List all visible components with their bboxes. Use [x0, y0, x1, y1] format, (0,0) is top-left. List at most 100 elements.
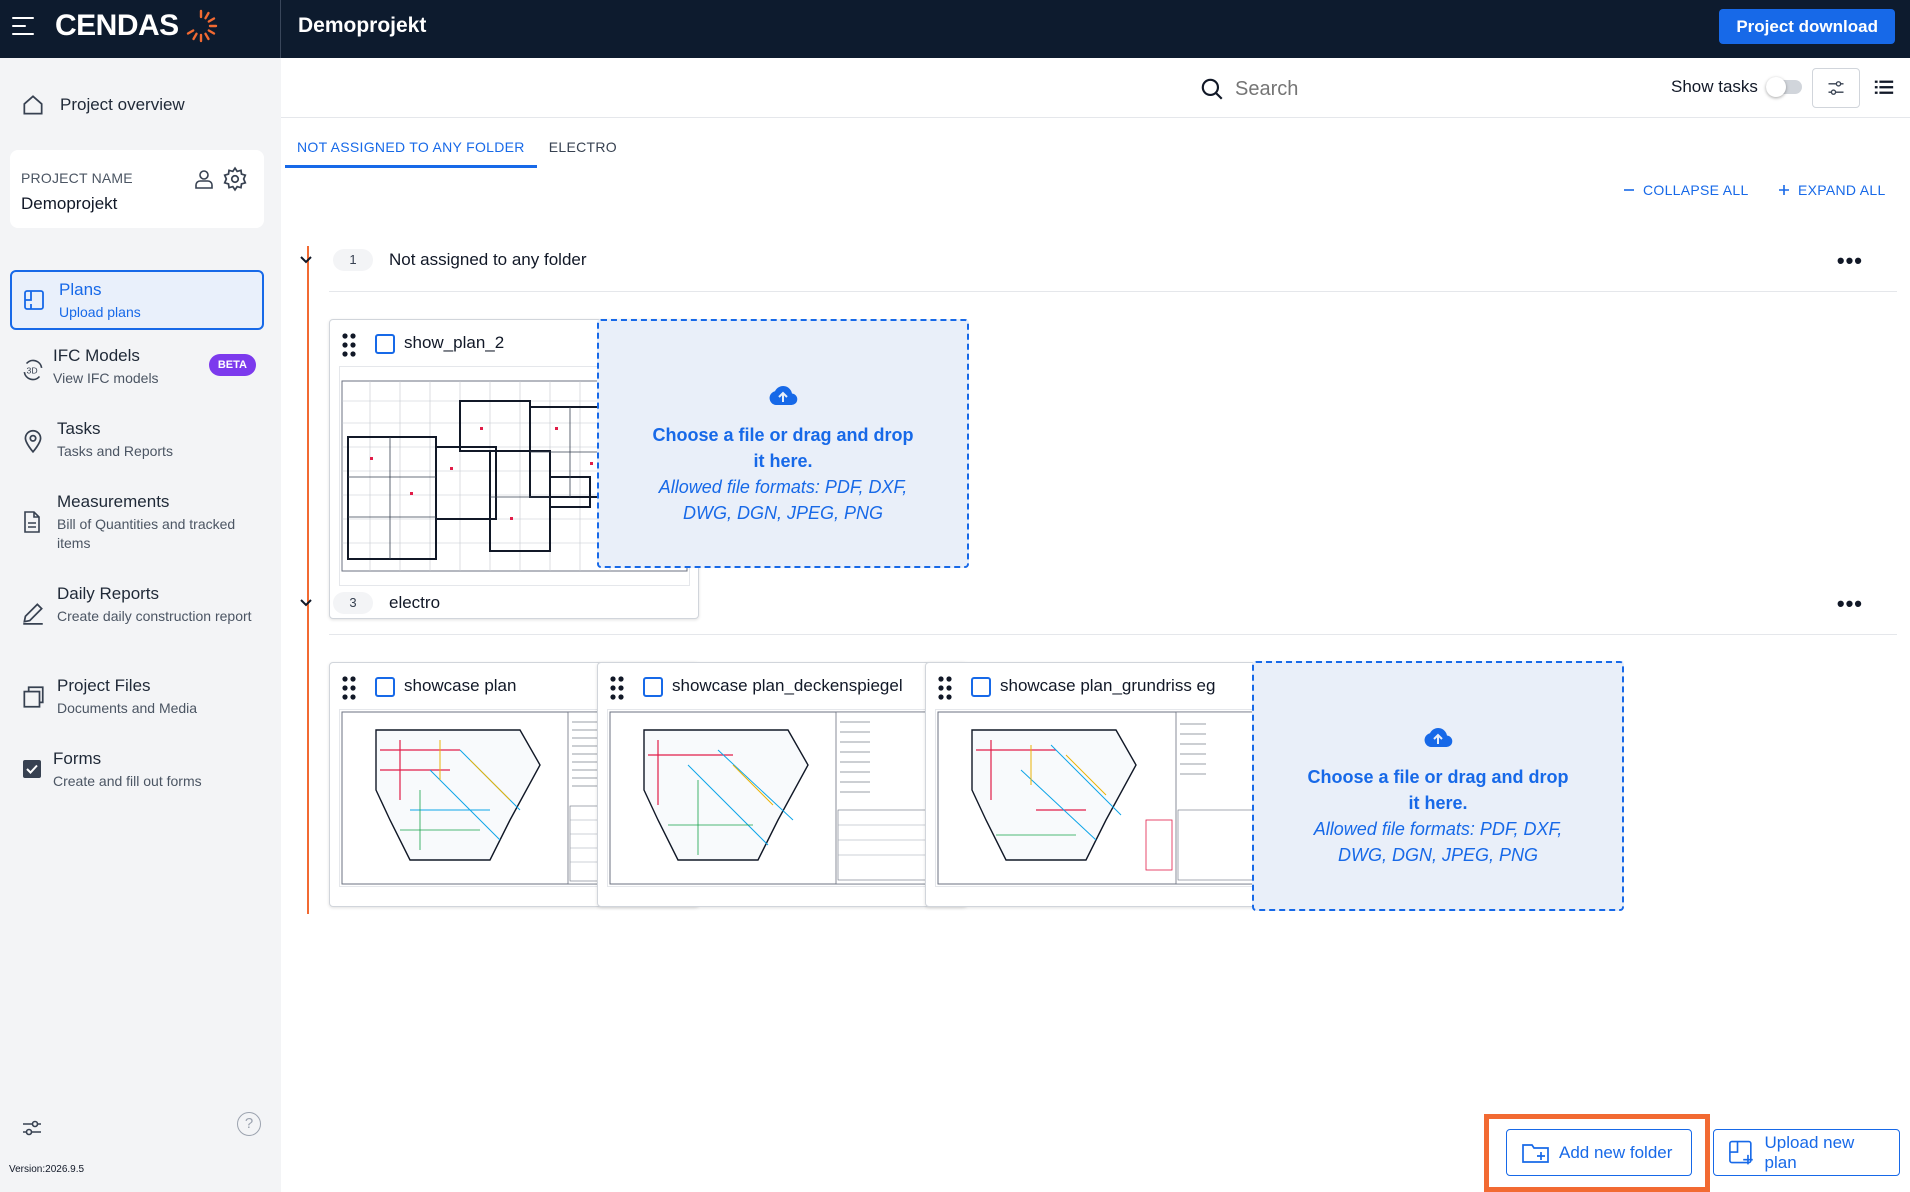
version-label: Version:2026.9.5 — [9, 1164, 85, 1175]
collapse-all-label: COLLAPSE ALL — [1643, 182, 1749, 198]
plan-checkbox[interactable] — [971, 677, 991, 697]
pen-icon — [23, 603, 43, 625]
project-name-label: PROJECT NAME — [21, 170, 133, 186]
toolbar: Show tasks — [281, 58, 1910, 118]
more-options-icon[interactable]: ••• — [1837, 248, 1863, 274]
plan-card[interactable]: showcase plan_grundriss eg — [925, 662, 1295, 907]
nav-project-files-title: Project Files — [57, 676, 151, 695]
top-divider — [280, 0, 281, 58]
drag-handle-icon[interactable] — [341, 332, 357, 358]
plan-checkbox[interactable] — [375, 677, 395, 697]
logo[interactable]: CENDAS — [55, 8, 219, 44]
nav-project-files[interactable]: Project Files Documents and Media — [10, 672, 264, 732]
plus-icon — [1779, 185, 1789, 195]
nav-daily-reports[interactable]: Daily Reports Create daily construction … — [10, 580, 264, 650]
nav-tasks-title: Tasks — [57, 419, 101, 438]
top-bar: CENDAS Demoprojekt Project download — [0, 0, 1910, 58]
group-header-electro[interactable]: 3 electro ••• — [293, 589, 1893, 629]
chevron-down-icon[interactable] — [298, 595, 314, 611]
plan-card[interactable]: showcase plan_deckenspiegel — [597, 662, 967, 907]
search-icon — [1201, 78, 1223, 100]
plan-thumbnail[interactable] — [607, 709, 958, 887]
plan-name: showcase plan — [404, 676, 517, 695]
expand-all-button[interactable]: EXPAND ALL — [1778, 182, 1886, 198]
group-count-badge: 3 — [333, 592, 373, 614]
show-tasks-toggle[interactable] — [1766, 77, 1802, 97]
cloud-upload-icon — [1424, 728, 1453, 748]
document-icon — [24, 511, 40, 533]
add-new-folder-button[interactable]: Add new folder — [1506, 1129, 1692, 1176]
files-icon — [23, 686, 44, 708]
svg-text:3D: 3D — [27, 365, 38, 375]
search — [1199, 76, 1435, 102]
show-tasks-label: Show tasks — [1671, 77, 1758, 96]
nav-measurements[interactable]: Measurements Bill of Quantities and trac… — [10, 488, 264, 558]
group-title: Not assigned to any folder — [389, 250, 587, 269]
search-input[interactable] — [1235, 77, 1435, 101]
nav-tasks[interactable]: Tasks Tasks and Reports — [10, 415, 264, 475]
group-title: electro — [389, 593, 441, 612]
plan-checkbox[interactable] — [643, 677, 663, 697]
filter-sliders-icon — [1828, 81, 1844, 95]
file-dropzone[interactable]: Choose a file or drag and drop it here. … — [597, 319, 969, 568]
dropzone-primary-text: Choose a file or drag and drop it here. — [1307, 767, 1569, 813]
chevron-down-icon[interactable] — [298, 252, 314, 268]
add-folder-icon — [1522, 1143, 1549, 1163]
group-count-badge: 1 — [333, 249, 373, 271]
nav-plans-subtitle: Upload plans — [59, 304, 141, 320]
tab-not-assigned[interactable]: NOT ASSIGNED TO ANY FOLDER — [285, 138, 537, 168]
plan-name: showcase plan_grundriss eg — [1000, 676, 1216, 695]
dropzone-formats-text: Allowed file formats: PDF, DXF, DWG, DGN… — [1313, 819, 1563, 865]
user-icon[interactable] — [192, 166, 216, 192]
nav-ifc-models[interactable]: 3D IFC Models View IFC models BETA — [10, 342, 264, 402]
folder-tabs: NOT ASSIGNED TO ANY FOLDER ELECTRO — [285, 138, 629, 168]
expand-all-label: EXPAND ALL — [1798, 182, 1886, 198]
beta-badge: BETA — [208, 354, 256, 376]
upload-new-plan-button[interactable]: Upload new plan — [1713, 1129, 1900, 1176]
nav-daily-reports-subtitle: Create daily construction report — [57, 608, 252, 624]
file-dropzone[interactable]: Choose a file or drag and drop it here. … — [1252, 661, 1624, 911]
nav-forms[interactable]: Forms Create and fill out forms — [10, 745, 264, 805]
drag-handle-icon[interactable] — [609, 675, 625, 701]
group-accent-line — [307, 589, 309, 914]
nav-forms-subtitle: Create and fill out forms — [53, 773, 202, 789]
project-download-button[interactable]: Project download — [1719, 9, 1895, 44]
collapse-all-button[interactable]: COLLAPSE ALL — [1623, 182, 1749, 198]
drag-handle-icon[interactable] — [937, 675, 953, 701]
filter-button[interactable] — [1812, 68, 1860, 108]
3d-icon: 3D — [23, 359, 43, 381]
logo-text: CENDAS — [55, 9, 179, 42]
electro-plan-drawing — [937, 711, 1284, 885]
electro-plan-drawing — [609, 711, 956, 885]
checkbox-icon — [23, 760, 41, 778]
menu-icon[interactable] — [12, 15, 36, 37]
list-view-icon[interactable] — [1872, 76, 1896, 98]
nav-plans[interactable]: Plans Upload plans — [10, 270, 264, 330]
more-options-icon[interactable]: ••• — [1837, 591, 1863, 617]
plan-checkbox[interactable] — [375, 334, 395, 354]
project-name-card: PROJECT NAME Demoprojekt — [10, 150, 264, 228]
logo-sunburst-icon — [186, 9, 217, 43]
gear-icon[interactable] — [222, 166, 248, 192]
cloud-upload-icon — [769, 386, 798, 406]
project-title: Demoprojekt — [298, 14, 427, 37]
dropzone-formats-text: Allowed file formats: PDF, DXF, DWG, DGN… — [658, 477, 908, 523]
nav-tasks-subtitle: Tasks and Reports — [57, 443, 173, 459]
sliders-icon[interactable] — [20, 1116, 44, 1140]
project-name-value: Demoprojekt — [21, 194, 118, 213]
nav-forms-title: Forms — [53, 749, 102, 768]
plans-icon — [24, 290, 44, 310]
nav-project-overview[interactable]: Project overview — [20, 92, 185, 118]
dropzone-primary-text: Choose a file or drag and drop it here. — [652, 425, 914, 471]
add-new-folder-label: Add new folder — [1559, 1142, 1673, 1162]
drag-handle-icon[interactable] — [341, 675, 357, 701]
bottom-actions: Add new folder Upload new plan — [1484, 1114, 1910, 1192]
upload-new-plan-label: Upload new plan — [1764, 1132, 1855, 1172]
plan-thumbnail[interactable] — [935, 709, 1286, 887]
plan-name: showcase plan_deckenspiegel — [672, 676, 903, 695]
help-icon[interactable]: ? — [237, 1112, 261, 1136]
nav-measurements-subtitle: Bill of Quantities and tracked items — [57, 516, 236, 551]
tab-electro[interactable]: ELECTRO — [537, 138, 629, 168]
group-header-not-assigned[interactable]: 1 Not assigned to any folder ••• — [293, 246, 1893, 286]
nav-ifc-title: IFC Models — [53, 346, 140, 365]
